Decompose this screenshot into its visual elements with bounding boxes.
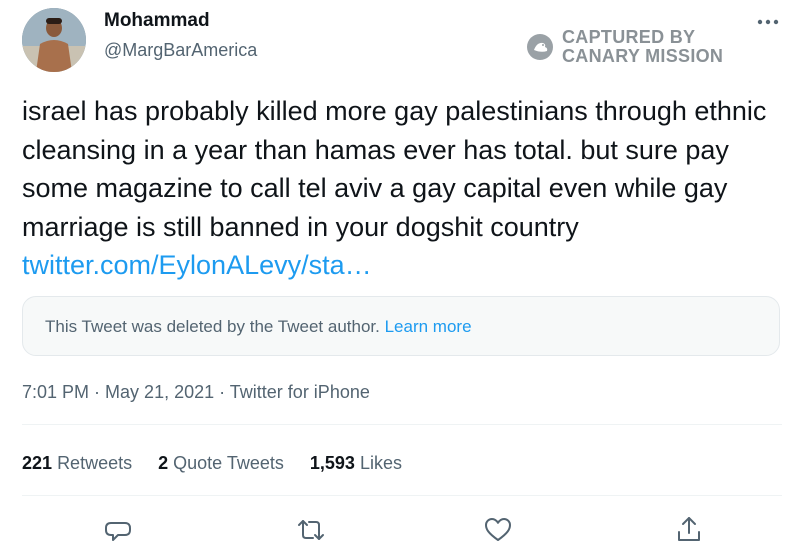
meta-separator: · — [214, 382, 230, 402]
tweet-stats: 221 Retweets 2 Quote Tweets 1,593 Likes — [22, 453, 402, 474]
watermark-text: CAPTURED BY CANARY MISSION — [562, 28, 723, 66]
more-dots-icon[interactable] — [754, 14, 782, 30]
tweet-meta: 7:01 PM · May 21, 2021 · Twitter for iPh… — [22, 382, 370, 403]
watermark-line-2: CANARY MISSION — [562, 46, 724, 66]
divider — [22, 495, 782, 496]
learn-more-link[interactable]: Learn more — [385, 317, 472, 336]
quotes-stat[interactable]: 2 Quote Tweets — [158, 453, 284, 474]
likes-count: 1,593 — [309, 453, 355, 473]
quotes-count: 2 — [158, 453, 169, 473]
action-bar — [0, 514, 800, 546]
retweets-count: 221 — [22, 453, 53, 473]
like-icon[interactable] — [482, 514, 514, 546]
likes-stat[interactable]: 1,593 Likes — [310, 453, 402, 474]
tweet-link[interactable]: twitter.com/EylonALevy/sta… — [22, 250, 372, 280]
share-icon[interactable] — [673, 514, 705, 546]
retweets-label: Retweets — [57, 453, 133, 473]
user-handle[interactable]: @MargBarAmerica — [104, 40, 257, 61]
tweet-body: israel has probably killed more gay pale… — [22, 96, 767, 242]
meta-separator: · — [89, 382, 106, 402]
watermark-line-1: CAPTURED BY — [562, 27, 696, 47]
retweet-icon[interactable] — [295, 514, 327, 546]
retweets-stat[interactable]: 221 Retweets — [22, 453, 132, 474]
canary-mission-watermark: CAPTURED BY CANARY MISSION — [526, 28, 723, 66]
divider — [22, 424, 782, 425]
deleted-quote-card: This Tweet was deleted by the Tweet auth… — [22, 296, 780, 356]
canary-logo-icon — [526, 33, 554, 61]
tweet-text: israel has probably killed more gay pale… — [22, 92, 792, 285]
tweet-date[interactable]: May 21, 2021 — [105, 382, 214, 402]
deleted-notice: This Tweet was deleted by the Tweet auth… — [45, 317, 380, 336]
reply-icon[interactable] — [102, 514, 134, 546]
display-name[interactable]: Mohammad — [104, 10, 210, 32]
tweet-time[interactable]: 7:01 PM — [22, 382, 89, 402]
avatar[interactable] — [22, 8, 86, 72]
quotes-label: Quote Tweets — [173, 453, 284, 473]
likes-label: Likes — [359, 453, 402, 473]
tweet-source[interactable]: Twitter for iPhone — [230, 382, 370, 402]
